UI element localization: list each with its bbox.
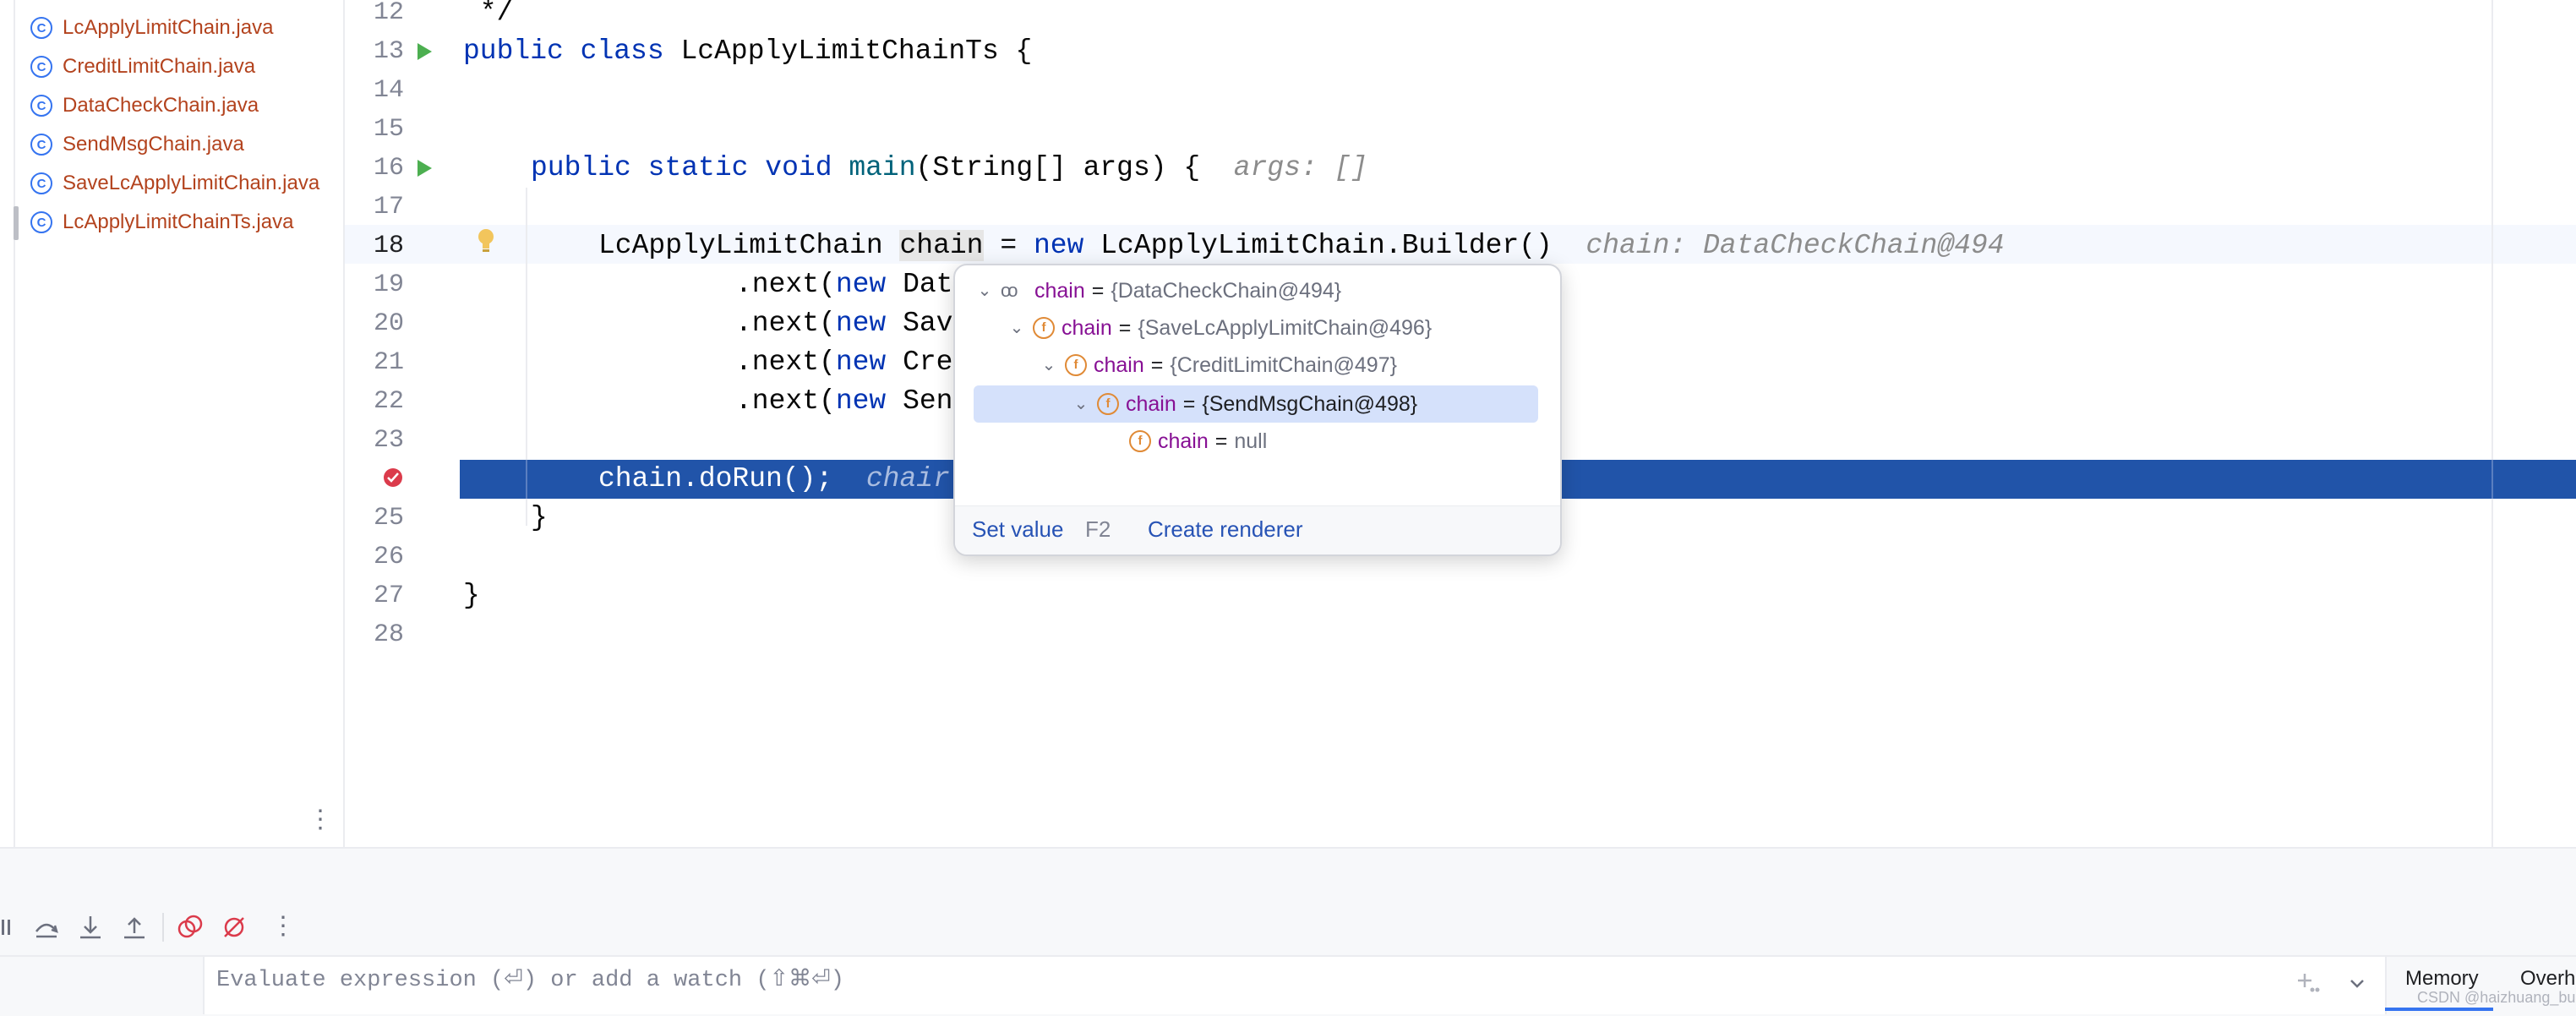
pause-icon[interactable] [0,913,29,942]
code-line-22: .next(new Sen [735,385,953,417]
code-line-12: */ [463,0,514,28]
inline-debug-hint: chain: DataCheckChain@494 [1585,230,2005,261]
line-number: 22 [373,387,404,416]
file-item-datacheckchain[interactable]: C DataCheckChain.java [30,89,259,123]
intention-bulb-icon[interactable] [477,228,495,254]
line-number: 13 [373,37,404,66]
code-line-19: .next(new Dat [735,269,953,300]
selection-indicator [14,206,19,240]
chevron-down-icon[interactable]: ⌄ [1038,347,1060,384]
field-icon: f [1065,354,1087,376]
popup-footer: Set value F2 Create renderer [955,505,1560,554]
line-number: 14 [373,76,404,105]
line-number: 27 [373,582,404,610]
file-name: LcApplyLimitChainTs.java [63,210,294,233]
file-name: SaveLcApplyLimitChain.java [63,172,320,194]
file-item-creditlimitchain[interactable]: C CreditLimitChain.java [30,50,255,84]
line-number-current: 18 [373,232,404,260]
file-item-sendmsgchain[interactable]: C SendMsgChain.java [30,128,244,161]
code-line-21: .next(new Cre [735,347,953,378]
debug-panel-separator [0,847,2576,901]
line-number: 20 [373,309,404,338]
class-icon: C [30,172,52,194]
line-number: 17 [373,193,404,221]
tree-row-level-2[interactable]: ⌄ f chain = {CreditLimitChain@497} [1038,347,1397,384]
class-icon: C [30,56,52,78]
step-into-icon[interactable] [76,913,105,942]
hovered-variable: chain [899,230,984,261]
chevron-down-icon[interactable]: ⌄ [1070,385,1092,423]
tree-row-level-3-selected[interactable]: ⌄ f chain = {SendMsgChain@498} [1070,385,1418,423]
debug-toolbar [0,899,2576,955]
class-icon: C [30,134,52,156]
line-number: 15 [373,115,404,144]
line-number: 19 [373,270,404,299]
file-name: LcApplyLimitChain.java [63,16,274,39]
watermark: CSDN @haizhuang_bu [2417,989,2576,1006]
inline-debug-hint: args: [] [1233,152,1368,183]
code-line-18: LcApplyLimitChain chain = new LcApplyLim… [598,230,2005,261]
code-line-13: public class LcApplyLimitChainTs { [463,36,1033,67]
tree-row-level-1[interactable]: ⌄ f chain = {SaveLcApplyLimitChain@496} [1006,309,1433,347]
create-renderer-link[interactable]: Create renderer [1148,516,1303,543]
debug-value-popup: ⌄ oo chain = {DataCheckChain@494} ⌄ f ch… [953,264,1562,556]
mute-breakpoints-icon[interactable] [220,913,248,942]
shortcut-hint: F2 [1085,516,1111,542]
code-line-24: chain.doRun(); chair [598,463,950,494]
file-name: DataCheckChain.java [63,94,259,117]
chevron-down-icon[interactable]: ⌄ [974,272,996,309]
more-options-icon[interactable]: ⋮ [308,807,333,833]
run-class-icon[interactable] [418,43,432,60]
code-line-25: } [531,502,548,533]
class-icon: C [30,95,52,117]
class-icon: C [30,211,52,233]
field-icon: f [1033,317,1055,339]
file-item-savelcapplylimitchain[interactable]: C SaveLcApplyLimitChain.java [30,167,319,200]
chevron-down-icon[interactable] [2346,972,2368,994]
line-number: 28 [373,620,404,649]
watch-glasses-icon: oo [1001,280,1018,301]
tab-overhead[interactable]: Overhe [2520,967,2576,991]
right-margin-guide [2491,0,2493,847]
code-line-20: .next(new Sav [735,308,953,339]
line-number: 25 [373,504,404,533]
step-out-icon[interactable] [120,913,149,942]
view-breakpoints-icon[interactable] [176,913,205,942]
code-line-16: public static void main(String[] args) {… [531,152,1368,183]
file-name: SendMsgChain.java [63,133,244,156]
code-line-27: } [463,580,480,611]
tree-guide-line [14,0,15,847]
file-item-lcapplylimitchain[interactable]: C LcApplyLimitChain.java [30,11,273,45]
field-icon: f [1097,393,1119,415]
step-over-icon[interactable] [32,913,61,942]
project-sidebar: C LcApplyLimitChain.java C CreditLimitCh… [0,0,345,847]
file-name: CreditLimitChain.java [63,55,256,78]
class-icon: C [30,17,52,39]
field-icon: f [1129,430,1151,452]
run-main-icon[interactable] [418,160,432,177]
line-number: 21 [373,348,404,377]
toolbar-divider [162,913,164,942]
chevron-down-icon[interactable]: ⌄ [1006,309,1028,347]
line-number: 26 [373,543,404,571]
tab-memory[interactable]: Memory [2405,967,2479,991]
line-number: 23 [373,426,404,455]
evaluate-placeholder: Evaluate expression (⏎) or add a watch (… [216,968,844,993]
more-options-icon[interactable]: ⋮ [270,911,296,941]
file-item-lcapplylimitchaints[interactable]: C LcApplyLimitChainTs.java [30,205,293,239]
tree-row-root[interactable]: ⌄ oo chain = {DataCheckChain@494} [974,272,1342,309]
breakpoint-icon[interactable] [382,467,404,489]
set-value-link[interactable]: Set value [972,516,1063,543]
tree-row-level-4[interactable]: f chain = null [1129,423,1267,460]
add-watch-icon[interactable] [2295,970,2321,996]
line-number: 12 [373,0,404,27]
active-tab-indicator [2385,1008,2493,1011]
line-number: 16 [373,154,404,183]
